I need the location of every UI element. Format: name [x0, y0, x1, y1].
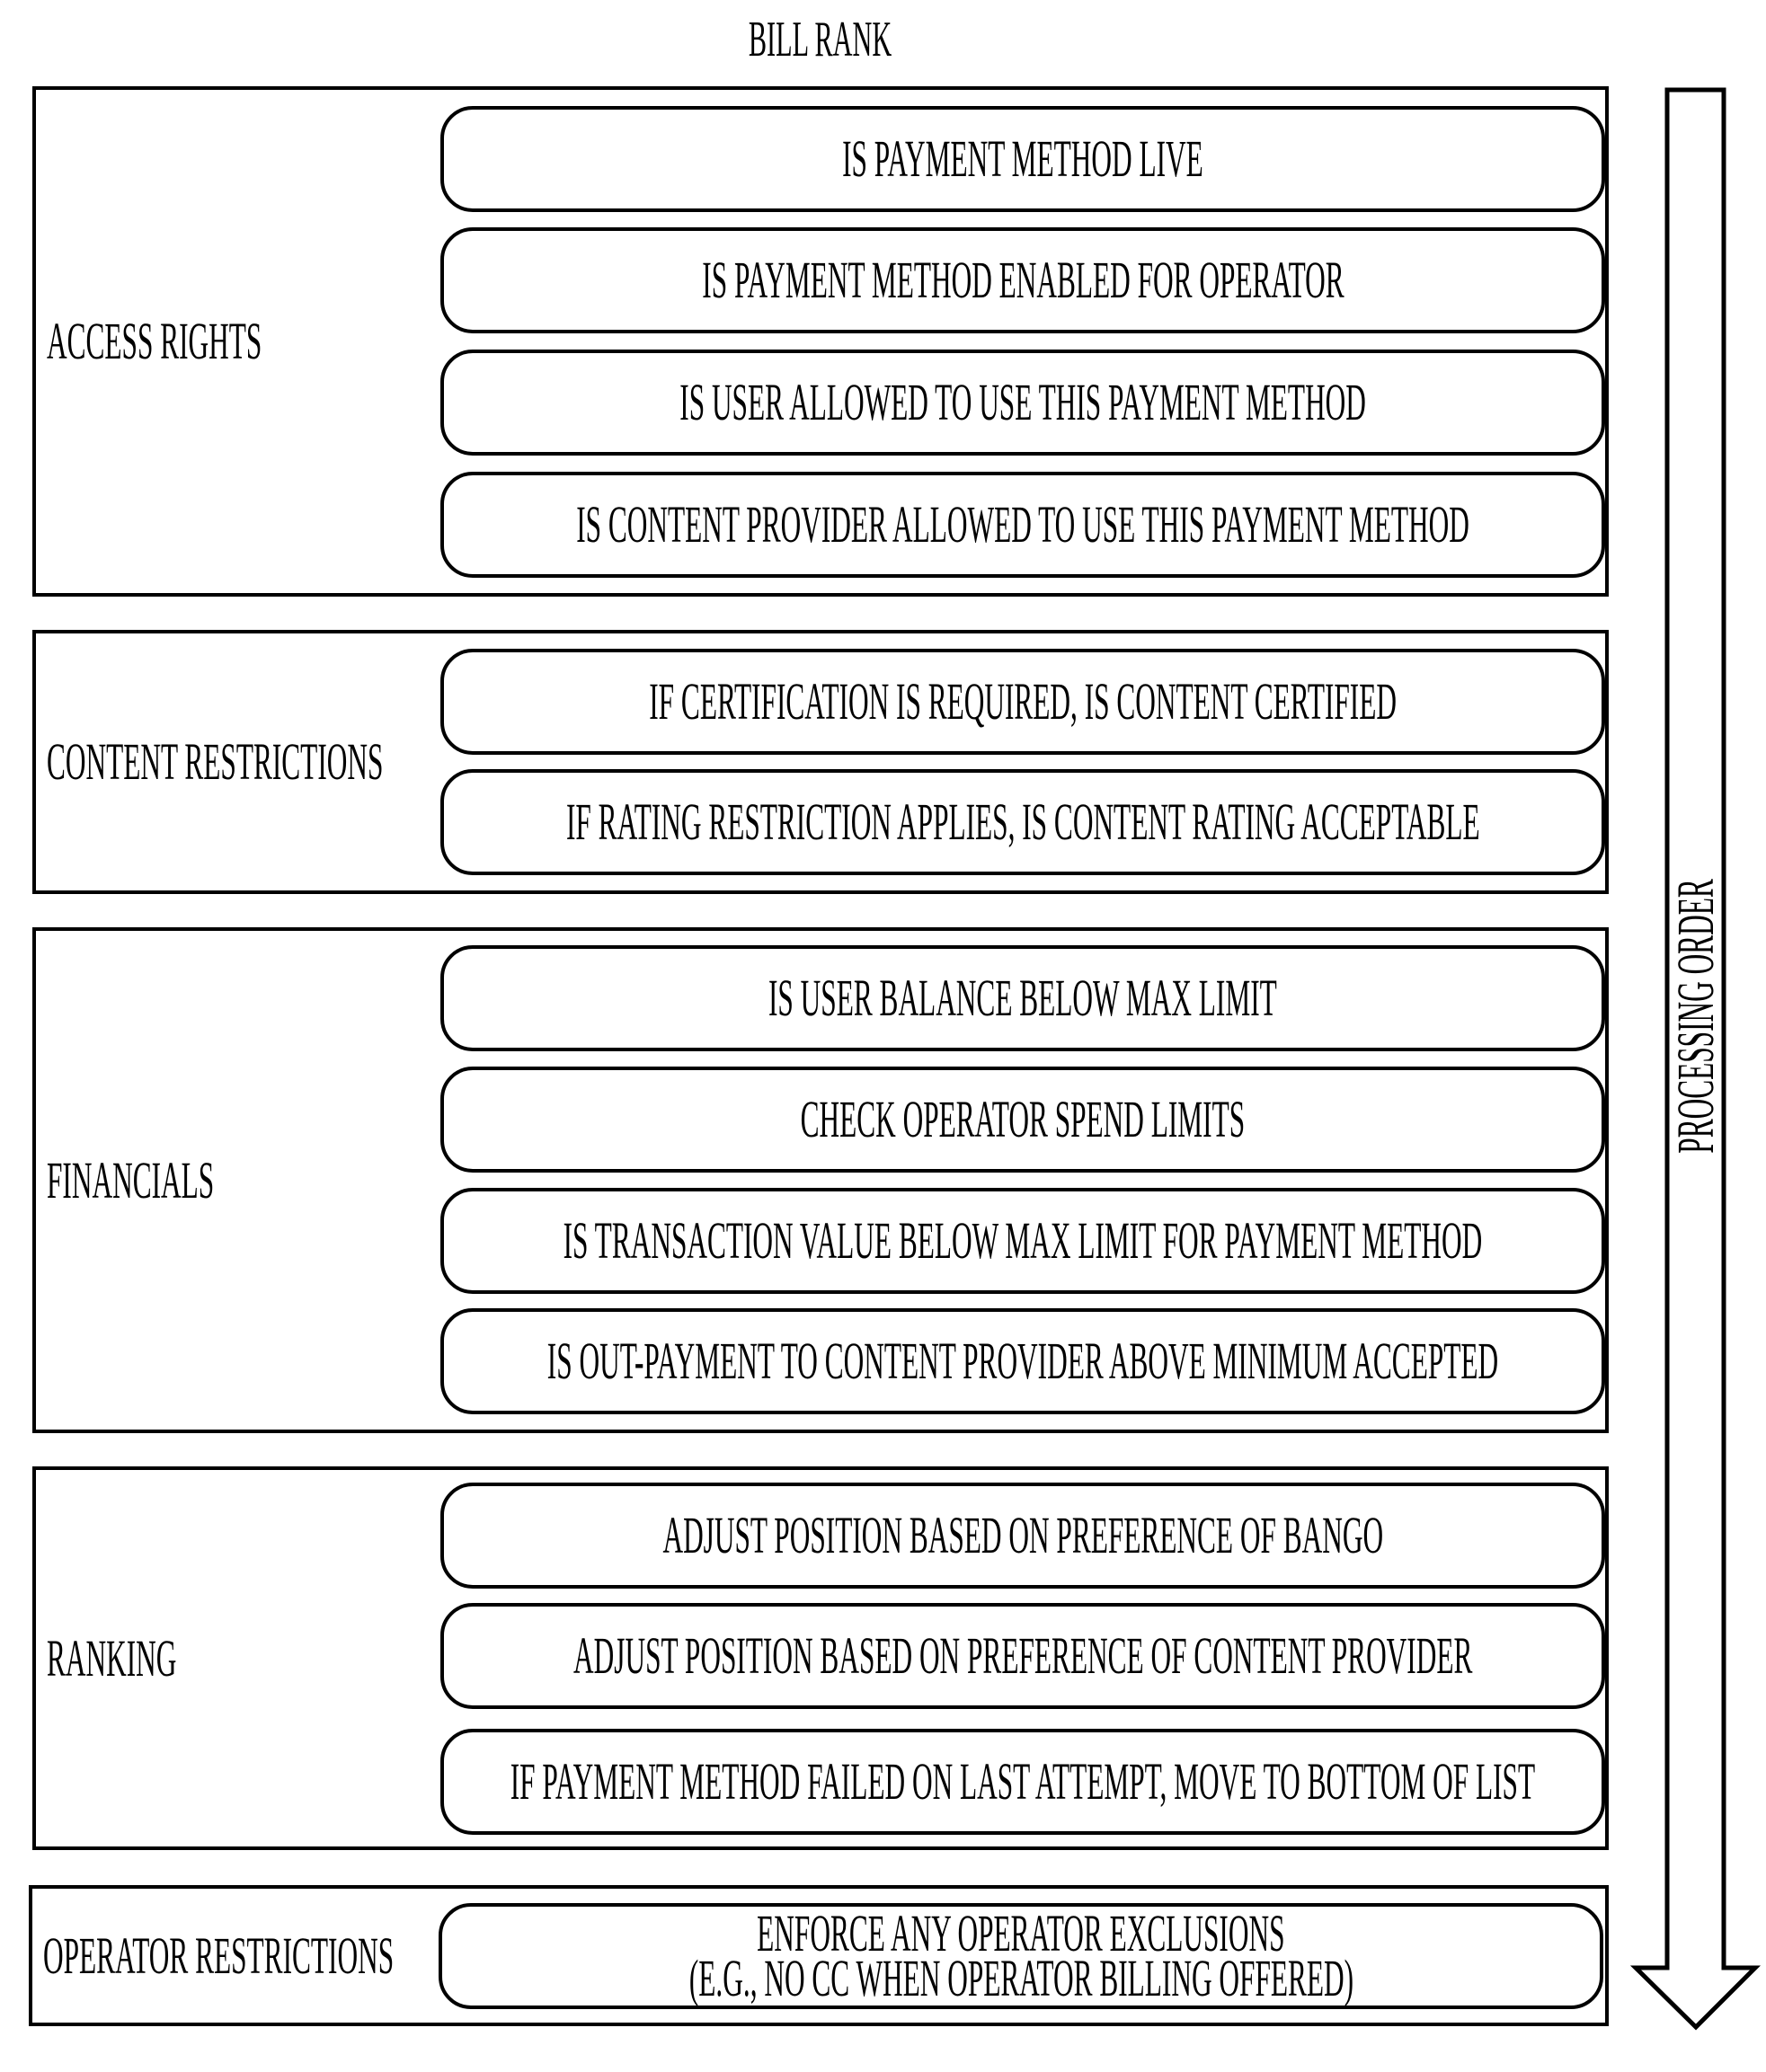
group-label: ACCESS RIGHTS: [47, 312, 262, 370]
check-box: IS PAYMENT METHOD ENABLED FOR OPERATOR: [440, 227, 1605, 333]
diagram-title: BILL RANK: [0, 13, 1640, 66]
check-line-2: (E.G., NO CC WHEN OPERATOR BILLING OFFER…: [688, 1949, 1353, 2007]
check-box: IF CERTIFICATION IS REQUIRED, IS CONTENT…: [440, 649, 1605, 755]
group-ranking: RANKING ADJUST POSITION BASED ON PREFERE…: [32, 1466, 1609, 1850]
check-box: CHECK OPERATOR SPEND LIMITS: [440, 1067, 1605, 1173]
group-operator-restrictions: OPERATOR RESTRICTIONS ENFORCE ANY OPERAT…: [29, 1885, 1609, 2026]
check-box: IS PAYMENT METHOD LIVE: [440, 106, 1605, 212]
check-box: IS USER BALANCE BELOW MAX LIMIT: [440, 945, 1605, 1051]
group-financials: FINANCIALS IS USER BALANCE BELOW MAX LIM…: [32, 927, 1609, 1433]
check-box: ENFORCE ANY OPERATOR EXCLUSIONS (E.G., N…: [439, 1903, 1603, 2009]
check-box: ADJUST POSITION BASED ON PREFERENCE OF C…: [440, 1603, 1605, 1709]
check-box: IS USER ALLOWED TO USE THIS PAYMENT METH…: [440, 350, 1605, 456]
check-box: IS OUT-PAYMENT TO CONTENT PROVIDER ABOVE…: [440, 1308, 1605, 1414]
group-label: RANKING: [47, 1628, 177, 1687]
check-box: IF PAYMENT METHOD FAILED ON LAST ATTEMPT…: [440, 1729, 1605, 1835]
check-box: IS TRANSACTION VALUE BELOW MAX LIMIT FOR…: [440, 1188, 1605, 1294]
group-access-rights: ACCESS RIGHTS IS PAYMENT METHOD LIVE IS …: [32, 86, 1609, 597]
check-box: IS CONTENT PROVIDER ALLOWED TO USE THIS …: [440, 472, 1605, 578]
check-box: IF RATING RESTRICTION APPLIES, IS CONTEN…: [440, 769, 1605, 875]
diagram-title-text: BILL RANK: [748, 12, 892, 67]
group-label: FINANCIALS: [47, 1150, 215, 1209]
check-box: ADJUST POSITION BASED ON PREFERENCE OF B…: [440, 1483, 1605, 1589]
group-content-restrictions: CONTENT RESTRICTIONS IF CERTIFICATION IS…: [32, 630, 1609, 894]
